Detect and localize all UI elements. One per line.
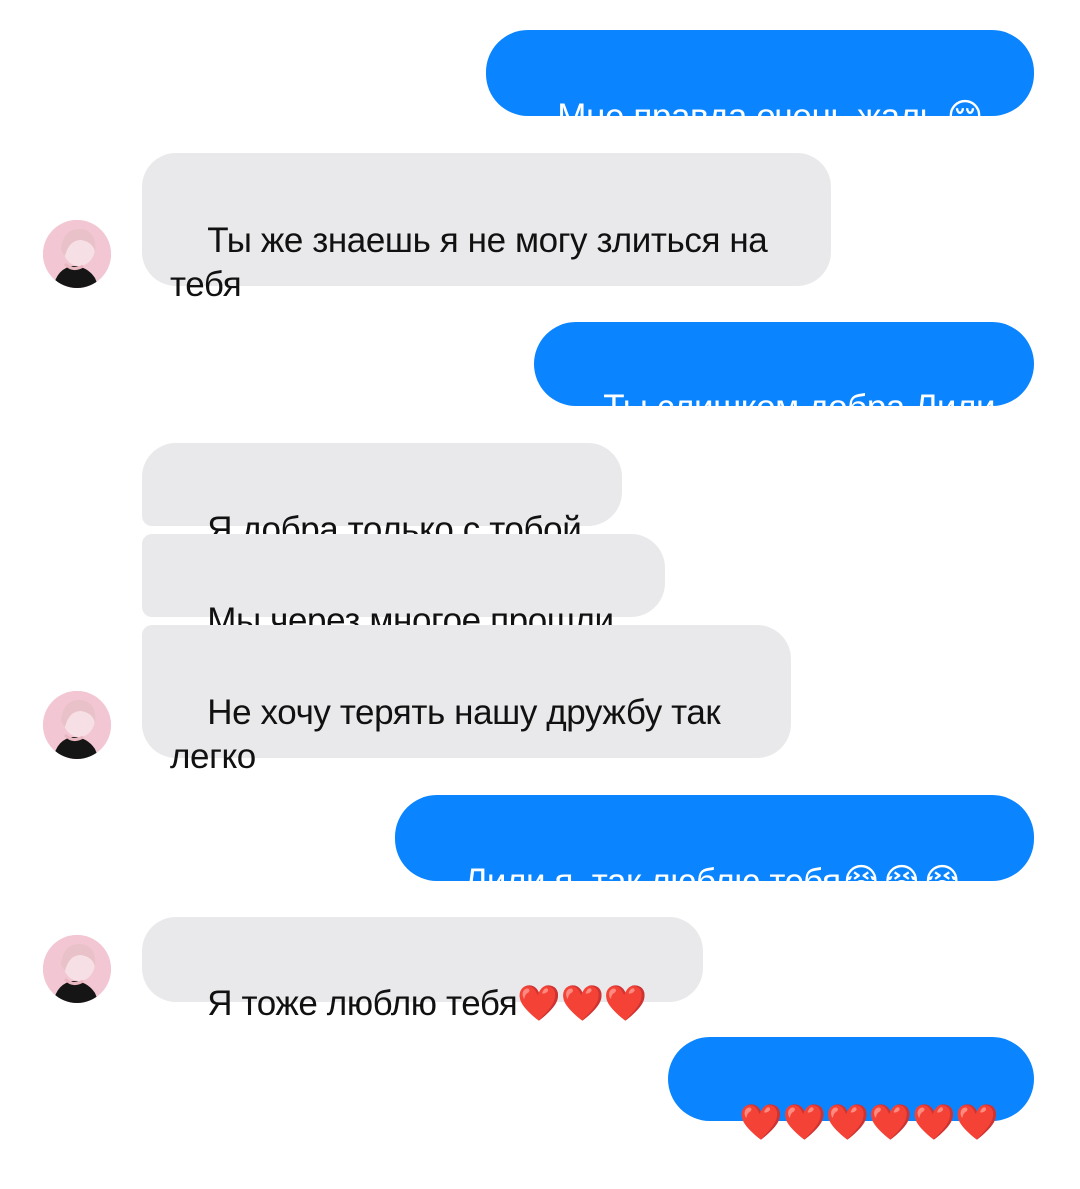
message-text: Лили я так люблю тебя😭😭😭 [464,862,963,901]
incoming-message[interactable]: Мы через многое прошли [142,534,665,640]
message-text: Не хочу терять нашу дружбу так легко [170,693,730,776]
message-text: Я тоже люблю тебя❤️❤️❤️ [207,984,647,1023]
message-thread: Мне правда очень жаль 😔 Ты же знаешь я н… [0,0,1080,1142]
contact-avatar[interactable] [43,220,111,288]
outgoing-message[interactable]: Ты слишком добра Лили [534,322,1034,427]
outgoing-message[interactable]: Лили я так люблю тебя😭😭😭 [395,795,1034,901]
message-text: ❤️❤️❤️❤️❤️❤️ [739,1103,999,1142]
incoming-message[interactable]: Не хочу терять нашу дружбу так легко [142,625,791,776]
message-text: Ты же знаешь я не могу злиться на тебя [170,221,777,304]
incoming-message[interactable]: Я добра только с тобой [142,443,622,549]
outgoing-message[interactable]: ❤️❤️❤️❤️❤️❤️ [668,1037,1034,1142]
avatar-photo-icon [43,935,111,1003]
outgoing-message[interactable]: Мне правда очень жаль 😔 [486,30,1034,136]
avatar-photo-icon [43,691,111,759]
incoming-message[interactable]: Ты же знаешь я не могу злиться на тебя [142,153,831,304]
message-text: Ты слишком добра Лили [603,388,996,427]
contact-avatar[interactable] [43,935,111,1003]
avatar-photo-icon [43,220,111,288]
incoming-message[interactable]: Я тоже люблю тебя❤️❤️❤️ [142,917,703,1023]
message-text: Мне правда очень жаль 😔 [557,97,983,136]
contact-avatar[interactable] [43,691,111,759]
